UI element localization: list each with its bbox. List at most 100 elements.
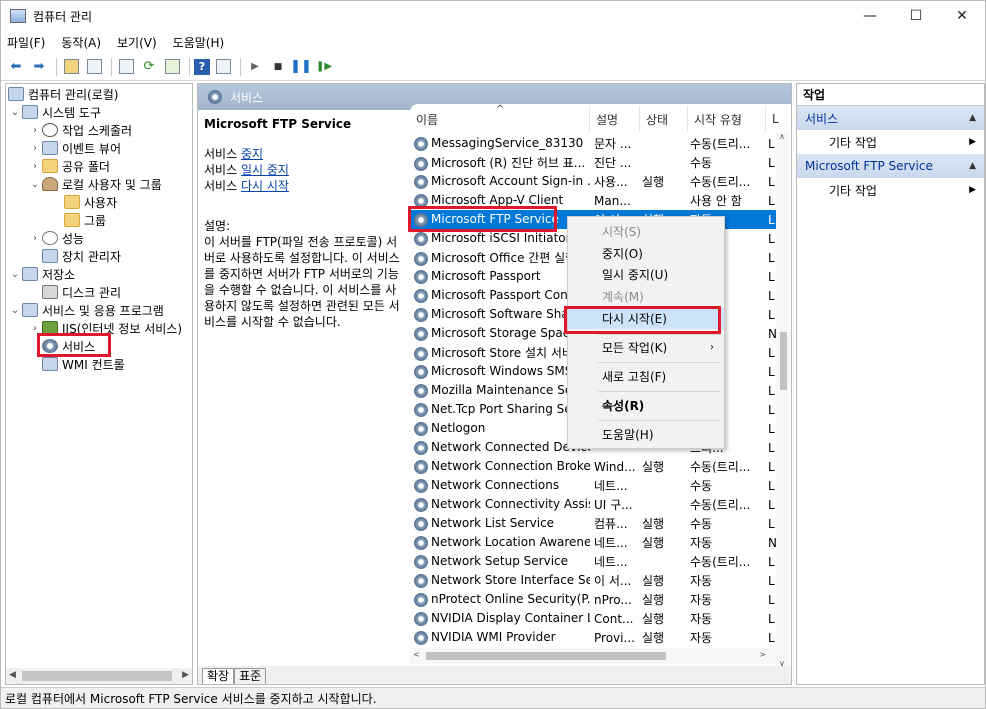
chevron-down-icon[interactable]: ⌄: [8, 107, 22, 118]
menu-item-start[interactable]: 시작(S): [568, 221, 724, 242]
menu-item-all-tasks[interactable]: 모든 작업(K) ›: [568, 337, 724, 358]
pause-service-icon[interactable]: ❚❚: [290, 57, 312, 77]
restart-service-link[interactable]: 다시 시작: [241, 179, 289, 193]
chevron-right-icon[interactable]: ›: [28, 161, 42, 172]
tree-item-local-users[interactable]: ⌄ 로컬 사용자 및 그룹: [28, 175, 162, 193]
scroll-left-icon[interactable]: <: [413, 650, 420, 659]
start-service-icon[interactable]: ▶: [245, 57, 265, 77]
scrollbar-thumb[interactable]: [22, 671, 172, 681]
column-header-description[interactable]: 설명: [590, 106, 640, 132]
cell-desc: 네트...: [594, 477, 640, 494]
tree-item-device-manager[interactable]: 장치 관리자: [42, 247, 121, 265]
menu-item-refresh[interactable]: 새로 고침(F): [568, 366, 724, 387]
menu-item-restart[interactable]: 다시 시작(E): [568, 308, 724, 329]
restart-service-icon[interactable]: ❚▶: [314, 57, 334, 77]
menu-item-resume[interactable]: 계속(M): [568, 286, 724, 307]
chevron-down-icon[interactable]: ⌄: [8, 305, 22, 316]
close-button[interactable]: ✕: [939, 1, 985, 31]
menu-help[interactable]: 도움말(H): [173, 34, 225, 51]
refresh-icon[interactable]: ⟳: [139, 57, 159, 77]
properties-icon[interactable]: [116, 57, 136, 77]
tree-item-shared-folders[interactable]: › 공유 폴더: [28, 157, 110, 175]
chevron-right-icon[interactable]: ›: [28, 143, 42, 154]
menu-item-help[interactable]: 도움말(H): [568, 424, 724, 445]
table-row[interactable]: Network Store Interface Se... 이 서... 실행 자동 L: [410, 571, 780, 590]
chevron-down-icon[interactable]: ⌄: [8, 269, 22, 280]
pause-service-link[interactable]: 일시 중지: [241, 163, 289, 177]
tree-item-iis[interactable]: › IIS(인터넷 정보 서비스): [28, 319, 182, 337]
tree-item-performance[interactable]: › 성능: [28, 229, 84, 247]
back-arrow-icon[interactable]: ⬅: [6, 57, 26, 77]
table-row[interactable]: Network Connection Broker Wind... 실행 수동(트리.…: [410, 457, 780, 476]
maximize-button[interactable]: ☐: [893, 1, 939, 31]
table-row[interactable]: Microsoft (R) 진단 허브 표... 진단 ... 수동 L: [410, 153, 780, 172]
collapse-up-icon[interactable]: ▲: [969, 113, 976, 123]
cell-startup: 수동: [690, 515, 766, 532]
scroll-right-icon[interactable]: >: [759, 650, 766, 659]
stop-service-icon[interactable]: ■: [268, 57, 288, 77]
column-header-status[interactable]: 상태: [640, 106, 688, 132]
tree-item-disk-management[interactable]: 디스크 관리: [42, 283, 121, 301]
tab-standard[interactable]: 표준: [234, 668, 267, 684]
column-header-startup[interactable]: 시작 유형: [688, 106, 766, 132]
column-header-name[interactable]: 이름 ^: [410, 104, 590, 132]
table-row[interactable]: Network List Service 컴퓨... 실행 수동 L: [410, 514, 780, 533]
tree-item-services[interactable]: 서비스: [42, 337, 95, 355]
table-row[interactable]: Microsoft Account Sign-in ... 사용... 실행 수동(트…: [410, 172, 780, 191]
minimize-button[interactable]: —: [847, 1, 893, 31]
tree-item-services-apps[interactable]: ⌄ 서비스 및 응용 프로그램: [8, 301, 164, 319]
actions-more-actions-ftp[interactable]: 기타 작업 ▶: [797, 178, 984, 202]
cell-text: Netlogon: [431, 421, 486, 436]
table-row[interactable]: NVIDIA Display Container LS Cont... 실행 자동 L: [410, 609, 780, 628]
tree-item-root[interactable]: 컴퓨터 관리(로컬): [8, 85, 118, 103]
show-hide-tree-icon[interactable]: [84, 57, 104, 77]
performance-icon: [42, 231, 58, 245]
actions-section-ftp[interactable]: Microsoft FTP Service ▲: [797, 154, 984, 178]
chevron-right-icon[interactable]: ›: [28, 125, 42, 136]
chevron-down-icon[interactable]: ⌄: [28, 179, 42, 190]
tree-item-groups[interactable]: 그룹: [64, 211, 106, 229]
tree-item-wmi[interactable]: WMI 컨트롤: [42, 355, 125, 373]
tree-item-task-scheduler[interactable]: › 작업 스케줄러: [28, 121, 132, 139]
scroll-up-icon[interactable]: ∧: [779, 132, 785, 141]
chevron-right-icon[interactable]: ›: [28, 233, 42, 244]
up-folder-icon[interactable]: [61, 57, 81, 77]
tree-item-event-viewer[interactable]: › 이벤트 뷰어: [28, 139, 121, 157]
table-row[interactable]: Microsoft App-V Client Man... 사용 안 함 L: [410, 191, 780, 210]
tree-horizontal-scrollbar[interactable]: ◀ ▶: [6, 668, 192, 684]
show-action-pane-icon[interactable]: [213, 57, 233, 77]
stop-service-link[interactable]: 중지: [241, 147, 263, 161]
table-row[interactable]: nProtect Online Security(P... nPro... 실행 자동…: [410, 590, 780, 609]
actions-more-actions[interactable]: 기타 작업 ▶: [797, 130, 984, 154]
scrollbar-thumb[interactable]: [426, 652, 666, 660]
tab-extended[interactable]: 확장: [202, 668, 235, 684]
actions-section-services[interactable]: 서비스 ▲: [797, 106, 984, 130]
column-header-logon[interactable]: L: [766, 106, 780, 132]
scroll-left-icon[interactable]: ◀: [9, 670, 16, 680]
tree-item-system-tools[interactable]: ⌄ 시스템 도구: [8, 103, 101, 121]
collapse-up-icon[interactable]: ▲: [969, 161, 976, 171]
tree-item-users[interactable]: 사용자: [64, 193, 117, 211]
cell-text: 실행: [642, 574, 665, 588]
menu-item-stop[interactable]: 중지(O): [568, 243, 724, 264]
menu-view[interactable]: 보기(V): [117, 34, 157, 51]
table-row[interactable]: NVIDIA WMI Provider Provi... 실행 자동 L: [410, 628, 780, 647]
help-icon[interactable]: ?: [194, 58, 210, 75]
menu-action[interactable]: 동작(A): [61, 34, 101, 51]
menu-item-properties[interactable]: 속성(R): [568, 395, 724, 416]
export-list-icon[interactable]: [162, 57, 182, 77]
list-horizontal-scrollbar[interactable]: < >: [410, 648, 780, 664]
table-row[interactable]: Network Location Awareness 네트... 실행 자동 N: [410, 533, 780, 552]
scrollbar-thumb[interactable]: [780, 332, 787, 390]
menu-file[interactable]: 파일(F): [7, 34, 45, 51]
scroll-right-icon[interactable]: ▶: [182, 670, 189, 680]
chevron-right-icon[interactable]: ›: [28, 323, 42, 334]
list-vertical-scrollbar[interactable]: ∧ ∨: [776, 132, 790, 668]
table-row[interactable]: Network Setup Service 네트... 수동(트리... L: [410, 552, 780, 571]
table-row[interactable]: Network Connectivity Assis... UI 구... 수동(트…: [410, 495, 780, 514]
tree-item-storage[interactable]: ⌄ 저장소: [8, 265, 75, 283]
menu-item-pause[interactable]: 일시 중지(U): [568, 264, 724, 285]
forward-arrow-icon[interactable]: ➡: [29, 57, 49, 77]
table-row[interactable]: MessagingService_83130 문자 ... 수동(트리... L: [410, 134, 780, 153]
table-row[interactable]: Network Connections 네트... 수동 L: [410, 476, 780, 495]
